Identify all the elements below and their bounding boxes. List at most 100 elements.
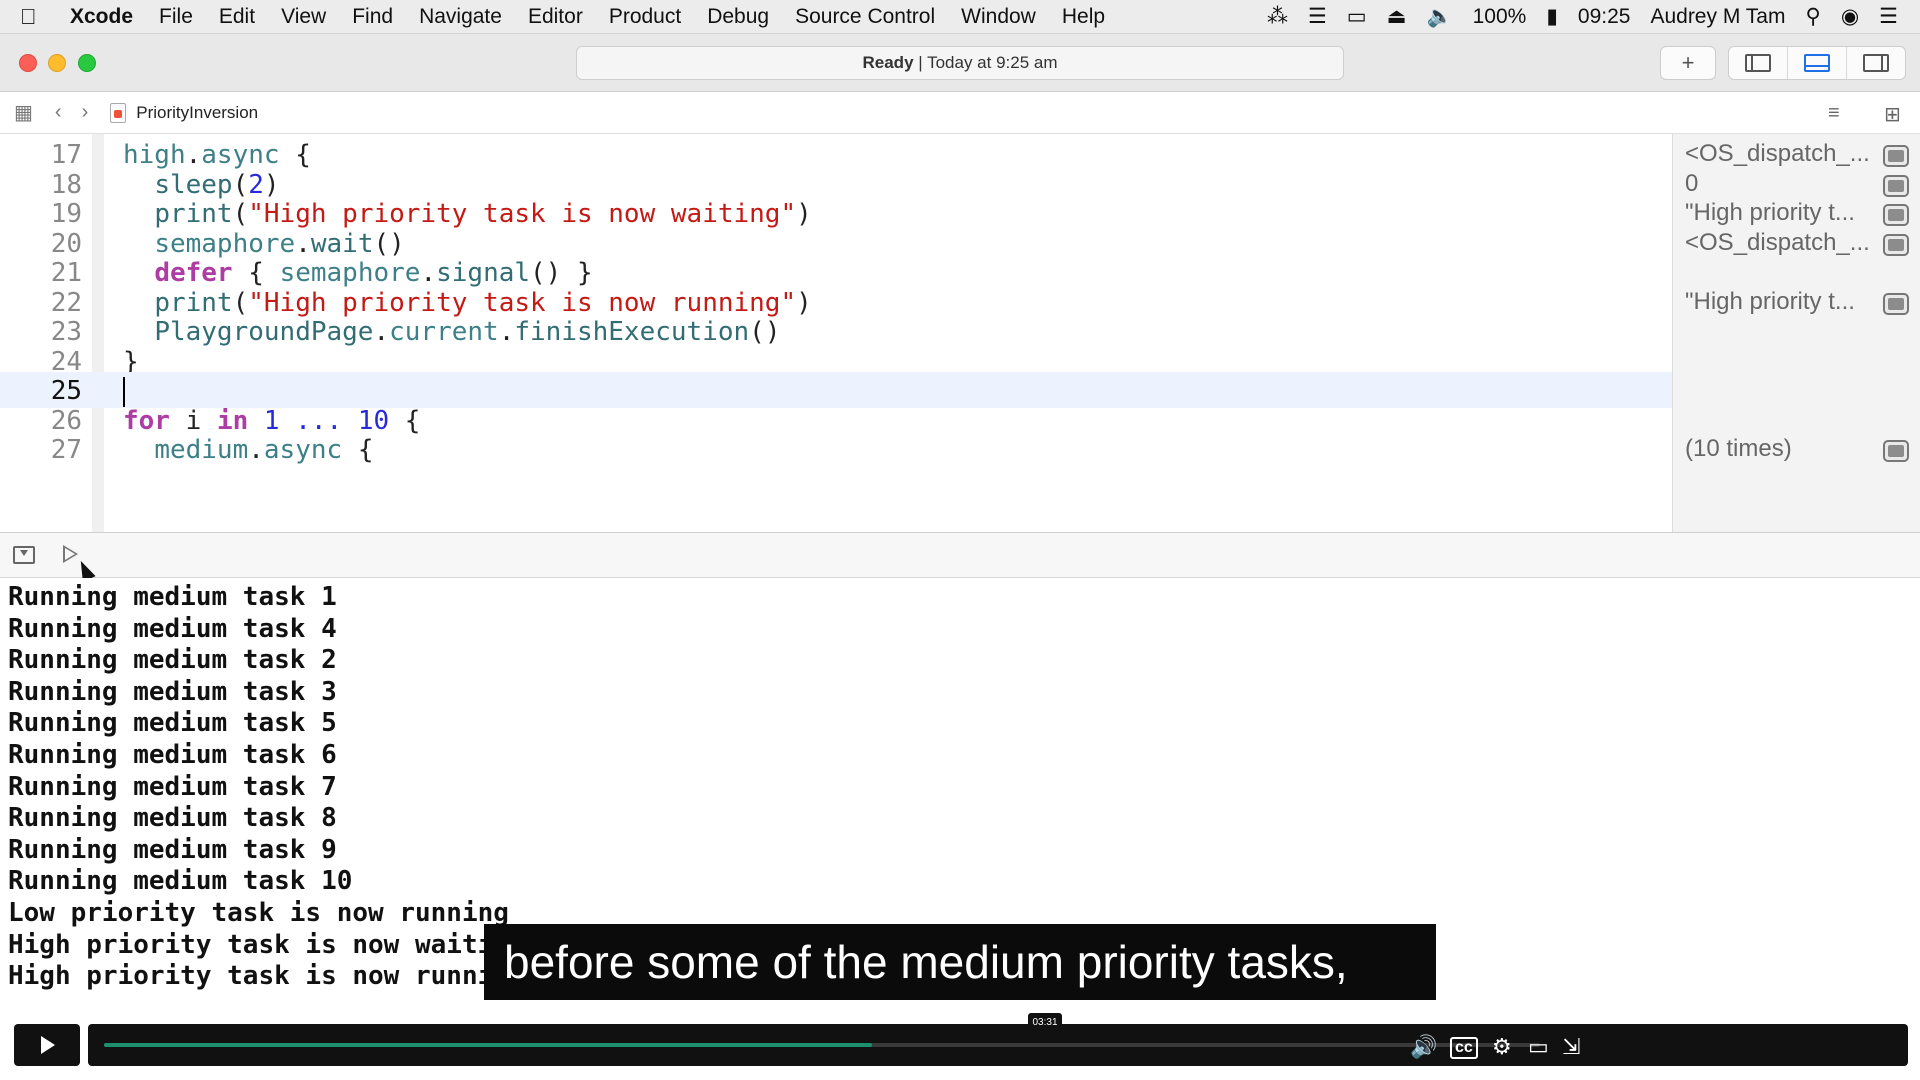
menu-editor[interactable]: Editor: [528, 5, 583, 29]
quick-look-icon[interactable]: [1883, 204, 1909, 226]
status-timestamp: | Today at 9:25 am: [913, 53, 1058, 72]
menu-product[interactable]: Product: [609, 5, 681, 29]
zoom-window-button[interactable]: [78, 54, 96, 72]
code-token: .: [248, 435, 264, 465]
closed-captions-icon[interactable]: cc: [1450, 1037, 1478, 1059]
settings-gear-icon[interactable]: ⚙: [1492, 1034, 1512, 1060]
related-items-grid-icon[interactable]: ▦: [14, 100, 33, 125]
play-button[interactable]: [14, 1024, 80, 1066]
code-line[interactable]: 27 medium.async {: [0, 431, 1672, 467]
code-token: async: [263, 435, 343, 465]
quick-look-icon[interactable]: [1883, 233, 1909, 256]
airplay-icon[interactable]: ▭: [1347, 4, 1367, 29]
jump-bar: ▦ ‹ › PriorityInversion ≡ ⊞: [0, 92, 1920, 134]
progress-fill: [104, 1043, 873, 1047]
console-line: Running medium task 3: [8, 676, 337, 707]
breadcrumb-file-name[interactable]: PriorityInversion: [136, 103, 258, 123]
menu-window[interactable]: Window: [961, 5, 1036, 29]
quick-look-icon[interactable]: [1883, 174, 1909, 197]
console-line: Running medium task 2: [8, 645, 337, 676]
toggle-debug-area-button[interactable]: [1788, 47, 1847, 79]
result-row: "High priority t...: [1673, 284, 1920, 320]
menu-view[interactable]: View: [281, 5, 326, 29]
code-token: {: [342, 435, 374, 465]
apple-menu-icon[interactable]: : [20, 4, 64, 30]
status-ready: Ready: [862, 53, 914, 72]
console-line: Running medium task 1: [8, 582, 337, 612]
console-line: High priority task is now waiting: [8, 929, 525, 960]
video-caption: before some of the medium priority tasks…: [484, 924, 1436, 1000]
notification-center-icon[interactable]: ☰: [1879, 4, 1898, 29]
result-row: <OS_dispatch_...: [1673, 225, 1920, 261]
menu-navigate[interactable]: Navigate: [419, 5, 502, 29]
console-line: Running medium task 6: [8, 740, 337, 770]
left-panel-icon: [1745, 54, 1771, 72]
menu-find[interactable]: Find: [352, 5, 393, 29]
console-line: Running medium task 4: [8, 613, 337, 644]
close-window-button[interactable]: [19, 54, 37, 72]
status-area: ⁂ ☰ ▭ ⏏ 🔈 100% ▮ 09:25 Audrey M Tam ⚲ ◉ …: [1267, 4, 1920, 29]
volume-icon[interactable]: 🔊: [1410, 1034, 1437, 1060]
line-number: 27: [50, 435, 82, 465]
quick-look-icon[interactable]: [1883, 145, 1909, 167]
panel-toggle-group: [1728, 46, 1906, 80]
spotlight-search-icon[interactable]: ⚲: [1805, 4, 1820, 29]
result-value: <OS_dispatch_...: [1685, 228, 1870, 256]
window-toolbar: Ready | Today at 9:25 am +: [0, 34, 1920, 92]
menu-debug[interactable]: Debug: [707, 5, 769, 29]
wifi-icon[interactable]: ☰: [1308, 4, 1327, 29]
plus-icon: +: [1681, 50, 1695, 75]
picture-in-picture-icon[interactable]: ▭: [1528, 1034, 1549, 1060]
result-value: "High priority t...: [1685, 199, 1855, 226]
console-line: Low priority task is now running: [8, 898, 509, 928]
user-name[interactable]: Audrey M Tam: [1650, 5, 1785, 29]
clock[interactable]: 09:25: [1578, 5, 1631, 29]
eject-icon[interactable]: ⏏: [1387, 4, 1407, 29]
siri-icon[interactable]: ◉: [1841, 4, 1859, 29]
minimize-window-button[interactable]: [48, 54, 66, 72]
back-chevron-icon[interactable]: ‹: [55, 101, 62, 124]
menu-help[interactable]: Help: [1062, 5, 1105, 29]
result-value: "High priority t...: [1685, 287, 1855, 315]
console-line: Running medium task 7: [8, 771, 337, 802]
video-player-controls: 🔊 cc ⚙ ▭ ⇲: [0, 1022, 1920, 1080]
playground-results-sidebar: <OS_dispatch_... 0 "High priority t... <OS_…: [1672, 134, 1920, 532]
battery-icon[interactable]: ▮: [1546, 4, 1558, 29]
menu-file[interactable]: File: [159, 5, 193, 29]
library-add-button[interactable]: +: [1660, 46, 1716, 80]
bottom-panel-icon: [1804, 54, 1830, 72]
battery-percent[interactable]: 100%: [1473, 5, 1527, 29]
debug-bar: [0, 532, 1920, 578]
console-line: Running medium task 5: [8, 708, 337, 739]
volume-icon[interactable]: 🔈: [1426, 5, 1452, 29]
hide-debug-area-icon[interactable]: [13, 546, 35, 564]
progress-rail[interactable]: [104, 1043, 1540, 1047]
add-editor-icon[interactable]: ⊞: [1884, 102, 1901, 127]
console-line: Running medium task 10: [8, 866, 353, 897]
code-token: medium: [154, 435, 249, 465]
forward-chevron-icon[interactable]: ›: [82, 101, 89, 124]
scrub-timecode: 03:31: [1028, 1013, 1062, 1033]
result-value: <OS_dispatch_...: [1685, 140, 1870, 167]
progress-track: 🔊 cc ⚙ ▭ ⇲: [88, 1024, 1908, 1066]
console-line: Running medium task 9: [8, 834, 337, 865]
editor-options-icon[interactable]: ≡: [1828, 102, 1840, 125]
result-value: 0: [1685, 169, 1699, 197]
menu-app-name[interactable]: Xcode: [70, 5, 133, 29]
run-playground-icon[interactable]: [63, 545, 78, 563]
menu-source-control[interactable]: Source Control: [795, 5, 935, 29]
exit-fullscreen-icon[interactable]: ⇲: [1562, 1034, 1580, 1060]
menu-edit[interactable]: Edit: [219, 5, 255, 29]
quick-look-icon[interactable]: [1883, 292, 1909, 315]
result-row: (10 times): [1673, 431, 1920, 467]
console-line: High priority task is now running: [8, 961, 525, 992]
bluetooth-icon[interactable]: ⁂: [1267, 4, 1288, 29]
activity-viewer: Ready | Today at 9:25 am: [576, 46, 1344, 80]
toggle-inspector-button[interactable]: [1847, 47, 1905, 79]
code-editor[interactable]: 17 high.async {18 sleep(2) 19 print("High …: [0, 134, 1672, 532]
quick-look-icon[interactable]: [1883, 440, 1909, 462]
toggle-navigator-button[interactable]: [1729, 47, 1788, 79]
menu-bar:  Xcode File Edit View Find Navigate Edi…: [0, 0, 1920, 34]
right-panel-icon: [1863, 54, 1889, 72]
